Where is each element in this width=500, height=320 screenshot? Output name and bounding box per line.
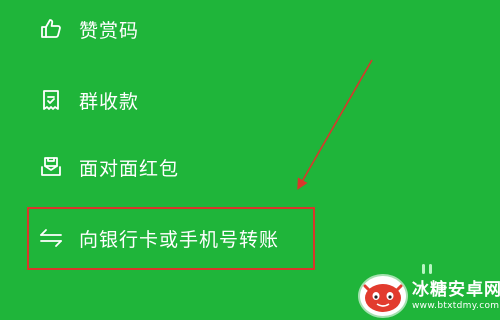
menu-item-appreciation-code[interactable]: 赞赏码 xyxy=(0,0,500,59)
menu-item-label: 面对面红包 xyxy=(79,157,180,180)
watermark-url: www.btxtdmy.com xyxy=(412,300,500,311)
red-packet-icon xyxy=(36,152,66,182)
menu-item-label: 群收款 xyxy=(79,90,140,113)
menu-item-label: 赞赏码 xyxy=(79,19,140,42)
watermark: 冰糖安卓网 www.btxtdmy.com xyxy=(360,274,500,318)
thumbs-up-icon xyxy=(36,14,66,44)
watermark-title: 冰糖安卓网 xyxy=(412,279,500,300)
watermark-logo-icon xyxy=(360,276,406,316)
highlight-box xyxy=(27,207,315,270)
receipt-icon xyxy=(36,85,66,115)
menu-item-group-collection[interactable]: 群收款 xyxy=(0,70,500,130)
menu-item-face-to-face-red-packet[interactable]: 面对面红包 xyxy=(0,137,500,197)
